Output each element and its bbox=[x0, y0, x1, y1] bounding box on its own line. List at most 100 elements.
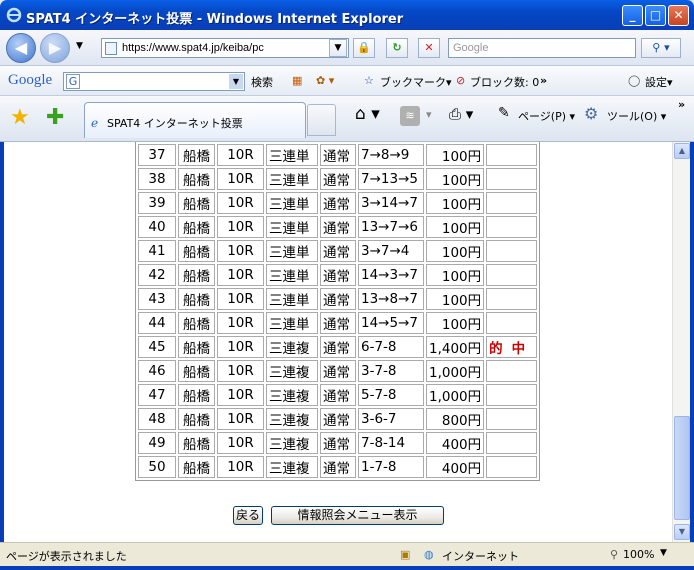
bet-kind-cell: 通常 bbox=[320, 456, 356, 478]
popup-blocker-icon: ⊘ bbox=[456, 74, 466, 87]
bet-kind-cell: 通常 bbox=[320, 288, 356, 310]
status-text: ページが表示されました bbox=[6, 550, 127, 563]
table-row: 43 船橋 10R 三連単 通常 13→8→7 100円 bbox=[138, 288, 538, 310]
venue-cell: 船橋 bbox=[178, 192, 215, 214]
maximize-button[interactable]: □ bbox=[645, 5, 666, 26]
amount-cell: 400円 bbox=[426, 432, 485, 454]
forward-nav-button[interactable]: ▶ bbox=[40, 33, 70, 63]
combination-cell: 7-8-14 bbox=[358, 432, 424, 454]
more-tools-icon[interactable]: » bbox=[540, 74, 547, 87]
back-button[interactable]: 戻る bbox=[233, 506, 263, 525]
no-cell: 43 bbox=[138, 288, 176, 310]
amount-cell: 1,000円 bbox=[426, 384, 485, 406]
race-cell: 10R bbox=[217, 336, 264, 358]
vertical-scrollbar[interactable]: ▲ ▼ bbox=[672, 142, 690, 542]
url-text: https://www.spat4.jp/keiba/pc bbox=[122, 42, 264, 54]
bet-kind-cell: 通常 bbox=[320, 192, 356, 214]
bet-type-cell: 三連複 bbox=[266, 384, 318, 406]
google-search-field[interactable]: G ▼ bbox=[63, 72, 245, 91]
bet-type-cell: 三連単 bbox=[266, 288, 318, 310]
amount-cell: 1,000円 bbox=[426, 360, 485, 382]
table-row: 41 船橋 10R 三連単 通常 3→7→4 100円 bbox=[138, 240, 538, 262]
hit-cell bbox=[486, 408, 538, 430]
google-search-button[interactable]: 検索 bbox=[251, 74, 273, 90]
scroll-up-icon[interactable]: ▲ bbox=[674, 143, 690, 159]
amount-cell: 100円 bbox=[426, 216, 485, 238]
hit-cell bbox=[486, 456, 538, 478]
popup-blocked-count[interactable]: ブロック数: 0 bbox=[470, 74, 539, 90]
bet-history-table: 37 船橋 10R 三連単 通常 7→8→9 100円 38 船橋 10R 三連単 通常 7→13→5 1… bbox=[135, 142, 541, 481]
hit-cell: 的中 bbox=[486, 336, 538, 358]
scroll-thumb[interactable] bbox=[674, 416, 690, 520]
bookmark-star-icon[interactable]: ☆ bbox=[364, 74, 374, 87]
scroll-down-icon[interactable]: ▼ bbox=[674, 524, 690, 540]
chevron-down-icon[interactable]: ▼ bbox=[229, 74, 243, 89]
combination-cell: 13→7→6 bbox=[358, 216, 424, 238]
window-title: SPAT4 インターネット投票 - Windows Internet Explo… bbox=[26, 12, 404, 27]
stop-icon[interactable]: ✕ bbox=[418, 38, 440, 58]
hit-cell bbox=[486, 192, 538, 214]
add-favorites-icon[interactable]: ✚ bbox=[46, 105, 64, 130]
no-cell: 47 bbox=[138, 384, 176, 406]
race-cell: 10R bbox=[217, 384, 264, 406]
bet-kind-cell: 通常 bbox=[320, 216, 356, 238]
hit-cell bbox=[486, 168, 538, 190]
history-dropdown-icon[interactable]: ▼ bbox=[76, 41, 83, 51]
amount-cell: 100円 bbox=[426, 192, 485, 214]
zoom-level[interactable]: 100% bbox=[623, 548, 654, 561]
race-cell: 10R bbox=[217, 456, 264, 478]
tab-spat4[interactable]: ℯ SPAT4 インターネット投票 bbox=[84, 102, 306, 138]
new-tab-button[interactable] bbox=[307, 104, 336, 136]
home-icon[interactable]: ⌂ ▾ bbox=[355, 104, 380, 124]
page-menu[interactable]: ページ(P) ▾ bbox=[518, 108, 575, 124]
venue-cell: 船橋 bbox=[178, 408, 215, 430]
table-row: 38 船橋 10R 三連単 通常 7→13→5 100円 bbox=[138, 168, 538, 190]
amount-cell: 1,400円 bbox=[426, 336, 485, 358]
addon-icon[interactable]: ✿ ▾ bbox=[316, 74, 334, 87]
info-menu-button[interactable]: 情報照会メニュー表示 bbox=[271, 506, 444, 525]
url-dropdown-icon[interactable]: ▼ bbox=[329, 39, 347, 57]
combination-cell: 14→5→7 bbox=[358, 312, 424, 334]
table-row: 49 船橋 10R 三連複 通常 7-8-14 400円 bbox=[138, 432, 538, 454]
settings-menu[interactable]: 設定▾ bbox=[645, 74, 673, 90]
zoom-dropdown-icon[interactable]: ▼ bbox=[660, 548, 667, 558]
no-cell: 50 bbox=[138, 456, 176, 478]
hit-cell bbox=[486, 432, 538, 454]
no-cell: 37 bbox=[138, 144, 176, 166]
close-button[interactable]: ✕ bbox=[668, 5, 689, 26]
no-cell: 39 bbox=[138, 192, 176, 214]
bet-kind-cell: 通常 bbox=[320, 144, 356, 166]
search-icon[interactable]: ⚲ ▾ bbox=[641, 38, 681, 58]
table-row: 44 船橋 10R 三連単 通常 14→5→7 100円 bbox=[138, 312, 538, 334]
title-bar: SPAT4 インターネット投票 - Windows Internet Explo… bbox=[0, 0, 694, 30]
combination-cell: 5-7-8 bbox=[358, 384, 424, 406]
refresh-icon[interactable]: ↻ bbox=[386, 38, 408, 58]
rss-feed-icon[interactable]: ≋ bbox=[400, 106, 420, 126]
page-content: 37 船橋 10R 三連単 通常 7→8→9 100円 38 船橋 10R 三連単 通常 7→13→5 1… bbox=[4, 142, 672, 542]
bet-type-cell: 三連単 bbox=[266, 168, 318, 190]
combination-cell: 3→7→4 bbox=[358, 240, 424, 262]
bet-type-cell: 三連単 bbox=[266, 192, 318, 214]
table-row: 48 船橋 10R 三連複 通常 3-6-7 800円 bbox=[138, 408, 538, 430]
bet-type-cell: 三連単 bbox=[266, 240, 318, 262]
lock-icon[interactable]: 🔒 bbox=[353, 38, 375, 58]
pagerank-icon[interactable]: ▦ bbox=[292, 74, 302, 87]
bookmarks-menu[interactable]: ブックマーク▾ bbox=[380, 74, 452, 90]
tools-gear-icon: ⚙ bbox=[584, 104, 599, 123]
favorites-star-icon[interactable]: ★ bbox=[10, 105, 30, 130]
zoom-icon: ⚲ bbox=[610, 548, 619, 561]
combination-cell: 6-7-8 bbox=[358, 336, 424, 358]
minimize-button[interactable]: _ bbox=[622, 5, 643, 26]
ie-logo-icon bbox=[6, 7, 22, 23]
hit-cell bbox=[486, 312, 538, 334]
print-icon[interactable]: ⎙ ▾ bbox=[449, 105, 473, 123]
amount-cell: 100円 bbox=[426, 288, 485, 310]
url-field[interactable]: https://www.spat4.jp/keiba/pc bbox=[101, 38, 349, 58]
race-cell: 10R bbox=[217, 216, 264, 238]
bet-kind-cell: 通常 bbox=[320, 384, 356, 406]
feed-dropdown-icon[interactable]: ▾ bbox=[426, 108, 432, 121]
back-nav-button[interactable]: ◀ bbox=[6, 33, 36, 63]
search-input[interactable]: Google bbox=[448, 38, 636, 58]
more-commands-icon[interactable]: » bbox=[678, 98, 685, 111]
tools-menu[interactable]: ツール(O) ▾ bbox=[607, 108, 666, 124]
